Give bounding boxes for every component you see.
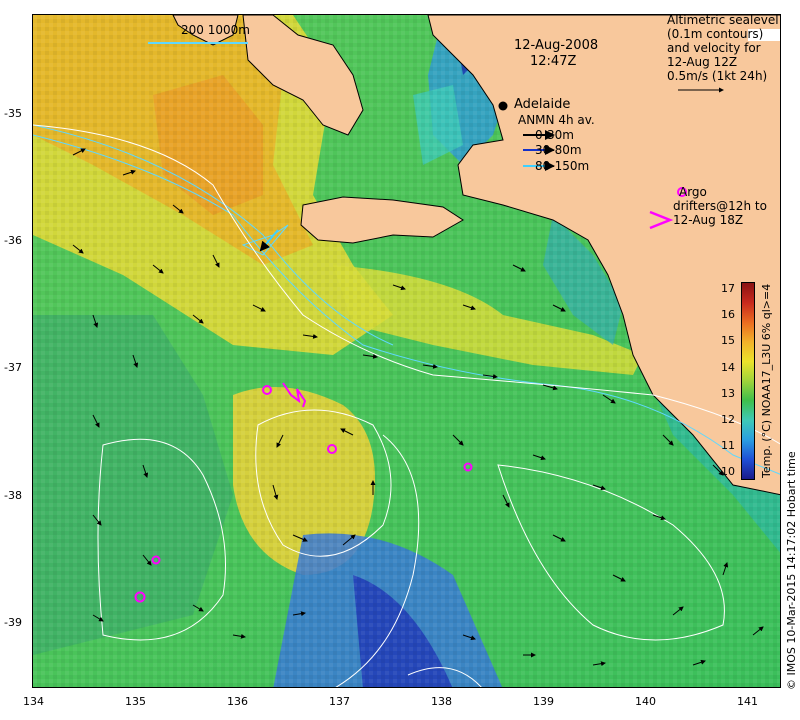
anmn-legend-item-30-80: 30-80m	[535, 143, 582, 157]
altimetry-legend-line4: 12-Aug 12Z	[667, 55, 738, 69]
argo-legend-line1: Argo	[679, 185, 707, 199]
argo-legend-line3: 12-Aug 18Z	[673, 213, 744, 227]
altimetry-legend-line1: Altimetric sealevel	[667, 14, 779, 27]
anmn-legend-item-0-30: 0-30m	[535, 128, 574, 142]
x-tick-label: 140	[635, 695, 656, 708]
map-time: 12:47Z	[530, 54, 577, 69]
y-tick-label: -36	[4, 234, 22, 247]
anmn-legend-title: ANMN 4h av.	[518, 113, 595, 127]
colorbar-tick: 16	[721, 308, 735, 321]
y-tick-label: -39	[4, 616, 22, 629]
altimetry-legend-line2: (0.1m contours)	[667, 27, 764, 41]
colorbar-tick: 11	[721, 439, 735, 452]
x-tick-label: 138	[431, 695, 452, 708]
anmn-legend-item-80-150: 80-150m	[535, 159, 590, 173]
colorbar-label: Temp. (°C) NOAA17_L3U 6% ql>=4	[760, 283, 773, 478]
altimetry-legend-line3: and velocity for	[667, 41, 761, 55]
map-date: 12-Aug-2008	[514, 38, 599, 53]
y-tick-label: -38	[4, 489, 22, 502]
map-panel: 200 1000m 12-Aug-2008 12:47Z Altimetric …	[32, 14, 781, 688]
colorbar-tick: 12	[721, 413, 735, 426]
x-tick-label: 136	[227, 695, 248, 708]
altimetry-legend-line5: 0.5m/s (1kt 24h)	[667, 69, 768, 83]
adelaide-dot	[498, 101, 508, 111]
colorbar-tick: 10	[721, 465, 735, 478]
colorbar-tick: 15	[721, 334, 735, 347]
x-tick-label: 141	[737, 695, 758, 708]
sst-map	[33, 15, 780, 687]
x-tick-label: 139	[533, 695, 554, 708]
x-tick-label: 134	[23, 695, 44, 708]
y-tick-label: -35	[4, 107, 22, 120]
colorbar-tick: 13	[721, 387, 735, 400]
x-tick-label: 137	[329, 695, 350, 708]
colorbar-tick: 17	[721, 282, 735, 295]
y-tick-label: -37	[4, 361, 22, 374]
imos-credit: © IMOS 10-Mar-2015 14:17:02 Hobart time	[785, 451, 798, 690]
colorbar-tick: 14	[721, 361, 735, 374]
argo-legend-line2: drifters@12h to	[673, 199, 767, 213]
scale-bar-label: 200 1000m	[181, 23, 250, 37]
temperature-colorbar	[741, 282, 755, 480]
x-tick-label: 135	[125, 695, 146, 708]
city-label-adelaide: Adelaide	[514, 97, 571, 112]
